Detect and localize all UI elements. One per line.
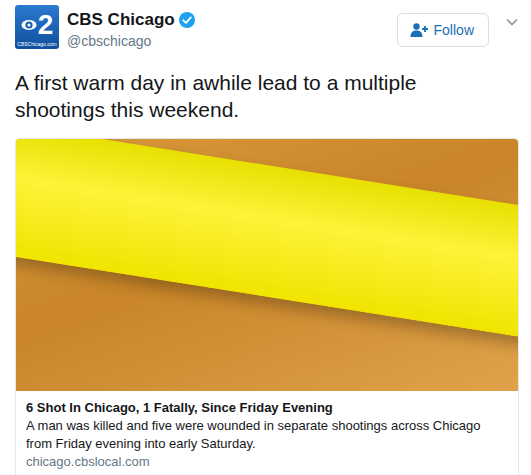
crime-tape <box>16 139 518 347</box>
card-description: A man was killed and five were wounded i… <box>26 417 508 453</box>
follow-button[interactable]: Follow <box>397 13 489 47</box>
tweet-text: A first warm day in awhile lead to a mul… <box>15 69 519 123</box>
account-info: CBS Chicago @cbschicago <box>67 5 389 51</box>
card-domain[interactable]: chicago.cbslocal.com <box>26 453 508 471</box>
card-image <box>16 139 518 391</box>
logo-number: 2 <box>38 9 54 41</box>
link-card[interactable]: 6 Shot In Chicago, 1 Fatally, Since Frid… <box>15 138 519 475</box>
verified-badge-icon <box>179 12 195 28</box>
cbs-logo[interactable]: 2CBSChicago.com <box>15 5 59 49</box>
card-title[interactable]: 6 Shot In Chicago, 1 Fatally, Since Frid… <box>26 399 508 417</box>
logo-caption: CBSChicago.com <box>17 41 56 47</box>
follow-person-icon <box>410 22 428 38</box>
logo-row: 2 <box>21 9 54 41</box>
eye-icon <box>21 17 37 33</box>
account-handle[interactable]: @cbschicago <box>67 32 389 51</box>
name-row: CBS Chicago <box>67 9 389 30</box>
account-name[interactable]: CBS Chicago <box>67 9 175 30</box>
follow-label: Follow <box>434 21 474 40</box>
chevron-down-icon[interactable] <box>505 15 519 29</box>
tweet-header: 2CBSChicago.com CBS Chicago @cbschicago Fol… <box>15 5 519 57</box>
card-body: 6 Shot In Chicago, 1 Fatally, Since Frid… <box>16 391 518 475</box>
